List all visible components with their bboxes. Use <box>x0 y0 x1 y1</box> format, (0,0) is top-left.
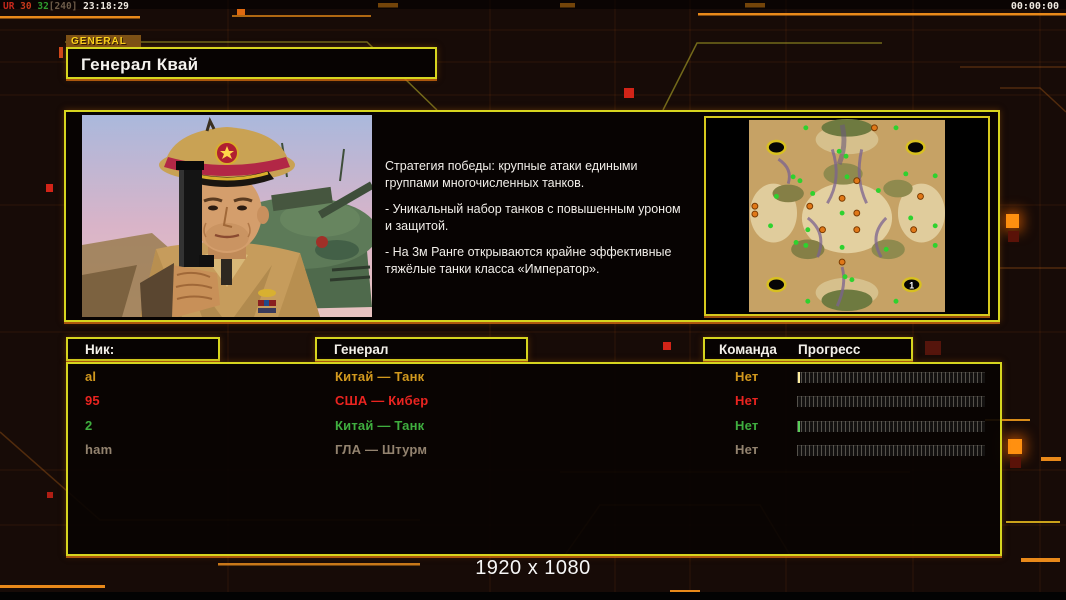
debug-part: UR <box>3 1 15 12</box>
player-progress-bar <box>797 421 985 432</box>
general-info-panel: Стратегия победы: крупные атаки едиными … <box>64 110 1000 322</box>
debug-overlay: UR 30 32[240] 23:18:29 <box>3 1 129 12</box>
minimap: 1 <box>704 116 990 316</box>
loading-screen: UR 30 32[240] 23:18:29 00:00:00 GENERAL … <box>0 0 1066 600</box>
general-description: Стратегия победы: крупные атаки едиными … <box>385 158 707 287</box>
debug-part: [240] <box>48 1 78 12</box>
description-paragraph: - Уникальный набор танков с повышенным у… <box>385 202 681 233</box>
player-progress-bar <box>797 445 985 456</box>
header-nick: Ник: <box>66 337 220 361</box>
debug-part: 30 <box>14 1 32 12</box>
player-nick: 2 <box>85 418 93 433</box>
debug-part: 32 <box>31 1 49 12</box>
header-progress-label: Прогресс <box>798 342 861 357</box>
player-progress-bar <box>797 372 985 383</box>
debug-part: 23:18:29 <box>77 1 129 12</box>
description-paragraph: - На 3м Ранге открываются крайне эффекти… <box>385 245 672 276</box>
player-team: Нет <box>735 393 759 408</box>
progress-sliver <box>798 445 800 456</box>
top-strip <box>0 0 1066 9</box>
player-nick: 95 <box>85 393 100 408</box>
header-general-label: Генерал <box>334 342 389 357</box>
player-team: Нет <box>735 442 759 457</box>
player-general: США — Кибер <box>335 393 429 408</box>
start-position-number: 1 <box>909 281 914 291</box>
bottom-strip <box>0 592 1066 600</box>
header-nick-label: Ник: <box>85 342 115 357</box>
player-general: ГЛА — Штурм <box>335 442 428 457</box>
progress-sliver <box>798 421 800 432</box>
progress-sliver <box>798 372 800 383</box>
game-timer: 00:00:00 <box>1010 1 1059 12</box>
player-team: Нет <box>735 369 759 384</box>
description-paragraph: Стратегия победы: крупные атаки едиными … <box>385 159 638 190</box>
table-row: 2 Китай — Танк Нет <box>68 415 998 439</box>
general-title-box: Генерал Квай <box>66 47 437 79</box>
dim-square <box>1010 457 1021 468</box>
progress-sliver <box>798 396 800 407</box>
table-row: ham ГЛА — Штурм Нет <box>68 439 998 463</box>
general-portrait <box>82 115 372 317</box>
resolution-label: 1920 x 1080 <box>475 557 591 579</box>
glow-square <box>1006 214 1019 228</box>
player-nick: al <box>85 369 97 384</box>
player-general: Китай — Танк <box>335 418 425 433</box>
player-team: Нет <box>735 418 759 433</box>
header-general: Генерал <box>315 337 528 361</box>
dim-square <box>1008 231 1019 242</box>
glow-square <box>1008 439 1022 454</box>
header-team-progress: Команда Прогресс <box>703 337 913 361</box>
general-title: Генерал Квай <box>81 55 199 74</box>
player-nick: ham <box>85 442 113 457</box>
header-team-label: Команда <box>719 342 777 357</box>
player-progress-bar <box>797 396 985 407</box>
table-row: al Китай — Танк Нет <box>68 366 998 390</box>
player-table: al Китай — Танк Нет 95 США — Кибер Нет 2… <box>66 362 1002 556</box>
player-general: Китай — Танк <box>335 369 425 384</box>
table-row: 95 США — Кибер Нет <box>68 390 998 414</box>
